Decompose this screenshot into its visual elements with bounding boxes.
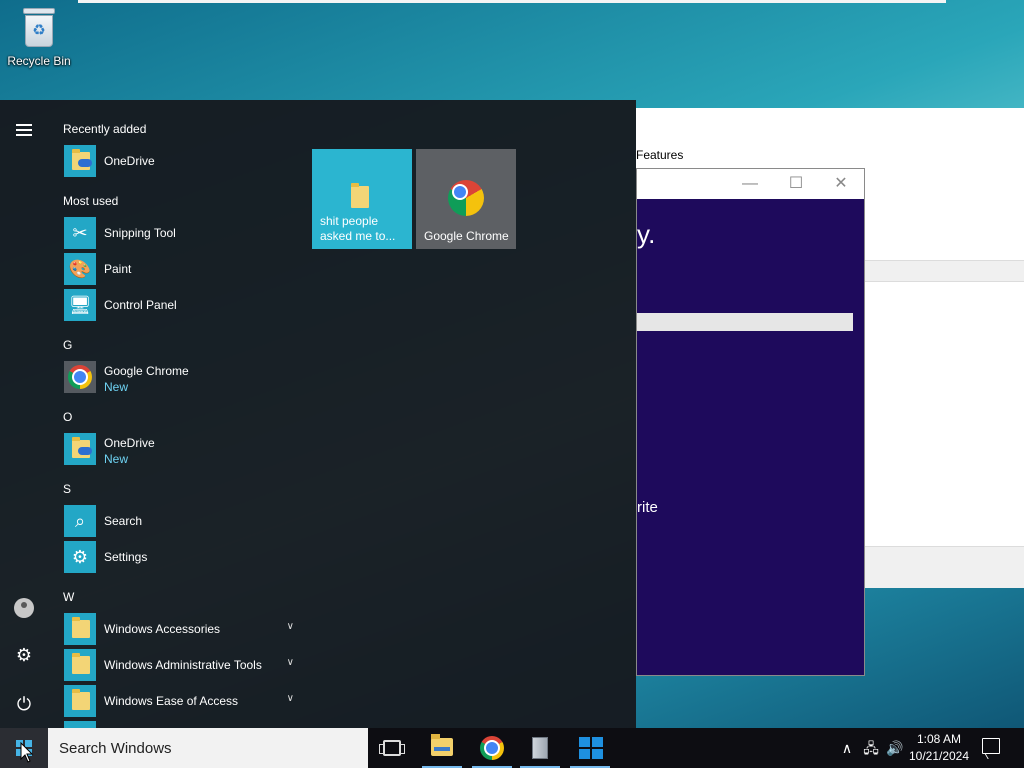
taskbar: ∧ 🖧 🔊 1:08 AM 10/21/2024	[0, 728, 1024, 768]
new-badge: New	[104, 452, 129, 466]
folder-icon	[351, 183, 369, 208]
taskbar-search-box[interactable]	[48, 728, 368, 768]
tile-folder[interactable]: shit people asked me to...	[312, 149, 412, 249]
app-windows-accessories[interactable]: Windows Accessories ∨	[64, 613, 294, 647]
maximize-button[interactable]: ☐	[786, 174, 806, 194]
recycle-bin-shortcut[interactable]: ♻ Recycle Bin	[4, 6, 74, 68]
onedrive-icon	[64, 433, 96, 465]
control-panel-icon: 🖥	[64, 289, 96, 321]
search-icon: ⌕	[64, 505, 96, 537]
background-window-top-edge	[78, 0, 946, 3]
chrome-icon	[480, 736, 504, 760]
folder-icon	[64, 649, 96, 681]
app-name: Control Panel	[104, 298, 177, 312]
settings-icon[interactable]: ⚙	[10, 641, 38, 669]
group-letter-w[interactable]: W	[63, 590, 74, 604]
features-text: Features	[636, 148, 684, 162]
app-search[interactable]: ⌕ Search	[64, 505, 294, 539]
chevron-down-icon[interactable]: ∨	[287, 621, 294, 632]
snipping-tool-icon: ✂	[64, 217, 96, 249]
action-center-icon[interactable]	[982, 738, 1000, 754]
power-icon[interactable]: ⏻	[10, 690, 38, 718]
setup-content: y. rite	[637, 199, 864, 675]
folder-icon	[64, 685, 96, 717]
tile-label: shit people asked me to...	[320, 214, 396, 243]
app-name: Windows Ease of Access	[104, 694, 239, 708]
app-name: Google Chrome	[104, 364, 189, 378]
folder-icon	[64, 613, 96, 645]
volume-icon[interactable]: 🔊	[884, 728, 906, 768]
recently-added-header: Recently added	[63, 122, 147, 136]
chevron-down-icon[interactable]: ∨	[287, 657, 294, 668]
tile-google-chrome[interactable]: Google Chrome	[416, 149, 516, 249]
app-paint[interactable]: 🎨 Paint	[64, 253, 294, 287]
group-letter-g[interactable]: G	[63, 338, 72, 352]
app-onedrive[interactable]: OneDrive New	[64, 433, 294, 467]
paint-icon: 🎨	[64, 253, 96, 285]
store-icon	[579, 737, 603, 759]
app-name: OneDrive	[104, 436, 155, 450]
chevron-up-icon[interactable]: ∧	[838, 728, 856, 768]
network-icon[interactable]: 🖧	[860, 728, 882, 768]
recycle-bin-icon: ♻	[21, 6, 57, 48]
background-window-setup[interactable]: — ☐ ✕ y. rite	[636, 168, 865, 676]
user-icon[interactable]	[10, 594, 38, 622]
package-icon	[532, 737, 548, 759]
app-list-overflow-item	[64, 721, 294, 728]
taskbar-clock[interactable]: 1:08 AM 10/21/2024	[904, 731, 974, 765]
most-used-header: Most used	[63, 194, 119, 208]
settings-icon: ⚙	[64, 541, 96, 573]
chrome-icon	[64, 361, 96, 393]
window-titlebar[interactable]: — ☐ ✕	[637, 169, 864, 199]
chrome-icon	[448, 180, 484, 216]
app-name: Settings	[104, 550, 148, 564]
app-name: OneDrive	[104, 154, 155, 168]
app-control-panel[interactable]: 🖥 Control Panel	[64, 289, 294, 323]
setup-progress-bar	[637, 313, 853, 331]
close-button[interactable]: ✕	[831, 174, 851, 194]
clock-date: 10/21/2024	[908, 749, 970, 763]
tile-label: Google Chrome	[424, 229, 509, 243]
app-settings[interactable]: ⚙ Settings	[64, 541, 294, 575]
clock-time: 1:08 AM	[916, 732, 962, 746]
app-name: Windows Administrative Tools	[104, 658, 262, 672]
chevron-down-icon[interactable]: ∨	[287, 693, 294, 704]
start-menu-rail: ⚙ ⏻	[0, 100, 48, 728]
group-letter-o[interactable]: O	[63, 410, 72, 424]
setup-heading: y.	[637, 219, 656, 249]
app-name: Windows Accessories	[104, 622, 221, 636]
hamburger-icon[interactable]	[10, 114, 38, 142]
chrome-taskbar-button[interactable]	[468, 728, 516, 768]
file-explorer-icon	[431, 734, 453, 756]
folder-icon	[64, 721, 96, 728]
app-google-chrome[interactable]: Google Chrome New	[64, 361, 294, 395]
app-windows-ease-of-access[interactable]: Windows Ease of Access ∨	[64, 685, 294, 719]
package-taskbar-button[interactable]	[516, 728, 564, 768]
app-name: Snipping Tool	[104, 226, 176, 240]
task-view-button[interactable]	[368, 728, 416, 768]
app-windows-administrative-tools[interactable]: Windows Administrative Tools ∨	[64, 649, 294, 683]
mouse-cursor-icon	[20, 742, 34, 763]
file-explorer-button[interactable]	[418, 728, 466, 768]
group-letter-s[interactable]: S	[63, 482, 71, 496]
store-taskbar-button[interactable]	[566, 728, 614, 768]
app-name: Paint	[104, 262, 132, 276]
new-badge: New	[104, 380, 129, 394]
minimize-button[interactable]: —	[740, 174, 760, 194]
app-snipping-tool[interactable]: ✂ Snipping Tool	[64, 217, 294, 251]
app-onedrive-recent[interactable]: OneDrive	[64, 145, 294, 179]
recycle-bin-label: Recycle Bin	[7, 54, 71, 68]
app-name: Search	[104, 514, 143, 528]
setup-body-text: rite	[637, 499, 658, 516]
onedrive-icon	[64, 145, 96, 177]
task-view-icon	[379, 740, 405, 756]
search-input[interactable]	[48, 728, 368, 768]
